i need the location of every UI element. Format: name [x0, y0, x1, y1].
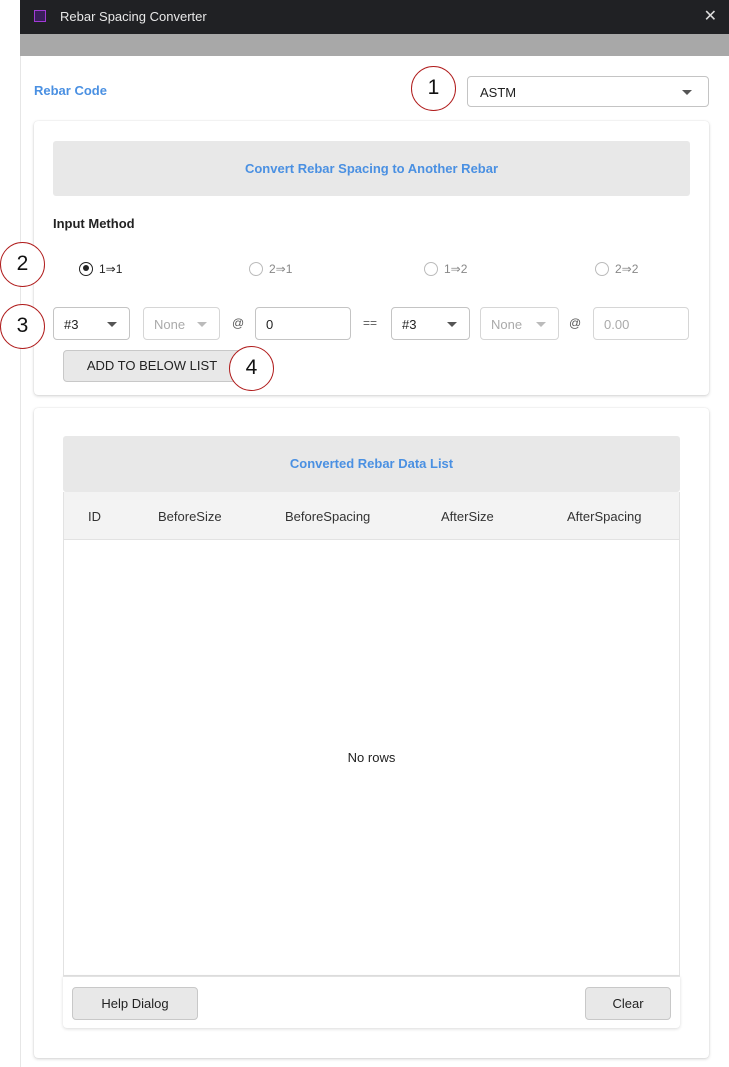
column-header-after-spacing[interactable]: AfterSpacing [567, 509, 641, 524]
close-icon[interactable]: ✕ [704, 6, 717, 26]
title-bar: Rebar Spacing Converter ✕ [20, 0, 729, 34]
left-margin [0, 34, 20, 1067]
header-strip [20, 34, 729, 56]
equals-symbol: == [363, 316, 378, 330]
app-icon [34, 10, 46, 22]
column-header-after-size[interactable]: AfterSize [441, 509, 494, 524]
callout-marker-4: 4 [229, 346, 274, 391]
data-table[interactable]: ID BeforeSize BeforeSpacing AfterSize Af… [63, 492, 680, 976]
help-dialog-button[interactable]: Help Dialog [72, 987, 198, 1020]
data-list-header: Converted Rebar Data List [63, 436, 680, 492]
radio-unchecked-icon [595, 261, 609, 276]
column-header-before-size[interactable]: BeforeSize [158, 509, 222, 524]
radio-unchecked-icon [424, 261, 438, 276]
input-method-label: Input Method [53, 216, 135, 231]
data-list-card: Converted Rebar Data List ID BeforeSize … [34, 408, 709, 1058]
radio-checked-icon [79, 261, 93, 276]
column-header-before-spacing[interactable]: BeforeSpacing [285, 509, 370, 524]
chevron-down-icon [447, 322, 457, 327]
rebar-code-label: Rebar Code [34, 83, 107, 98]
before-size2-select[interactable]: None [143, 307, 220, 340]
chevron-down-icon [107, 322, 117, 327]
radio-method-2-1[interactable]: 2⇒1 [249, 261, 292, 276]
after-size-select[interactable]: #3 [391, 307, 470, 340]
rebar-code-value: ASTM [480, 85, 517, 100]
before-size-select[interactable]: #3 [53, 307, 130, 340]
before-spacing-input[interactable]: 0 [255, 307, 351, 340]
table-footer: Help Dialog Clear [63, 976, 680, 1028]
radio-unchecked-icon [249, 261, 263, 276]
converter-header: Convert Rebar Spacing to Another Rebar [53, 141, 690, 196]
callout-marker-1: 1 [411, 66, 456, 111]
clear-button[interactable]: Clear [585, 987, 671, 1020]
at-symbol: @ [569, 316, 582, 330]
callout-marker-3: 3 [0, 304, 45, 349]
rebar-code-select[interactable]: ASTM [467, 76, 709, 107]
chevron-down-icon [197, 322, 207, 327]
converter-card: Convert Rebar Spacing to Another Rebar I… [34, 121, 709, 395]
window-title: Rebar Spacing Converter [60, 9, 207, 24]
table-header: ID BeforeSize BeforeSpacing AfterSize Af… [64, 492, 679, 540]
at-symbol: @ [232, 316, 245, 330]
radio-method-2-2[interactable]: 2⇒2 [595, 261, 638, 276]
callout-marker-2: 2 [0, 242, 45, 287]
chevron-down-icon [682, 90, 692, 95]
after-size2-select[interactable]: None [480, 307, 559, 340]
after-spacing-input[interactable]: 0.00 [593, 307, 689, 340]
radio-method-1-2[interactable]: 1⇒2 [424, 261, 467, 276]
empty-message: No rows [347, 750, 396, 765]
radio-method-1-1[interactable]: 1⇒1 [79, 261, 122, 276]
add-to-list-button[interactable]: ADD TO BELOW LIST [63, 350, 241, 382]
column-header-id[interactable]: ID [88, 509, 101, 524]
chevron-down-icon [536, 322, 546, 327]
